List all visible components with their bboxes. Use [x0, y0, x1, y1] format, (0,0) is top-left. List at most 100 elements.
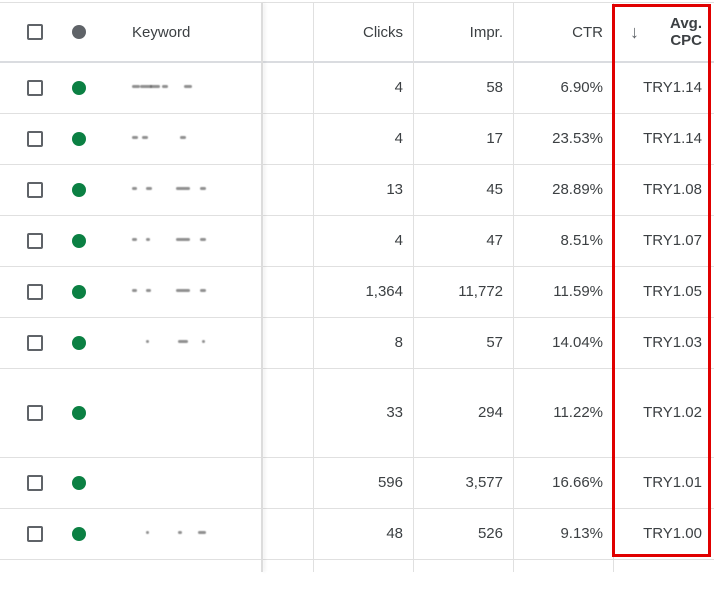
status-indicator: [72, 457, 86, 508]
status-indicator: [72, 215, 86, 266]
ctr-cell: 23.53%: [552, 130, 603, 147]
redacted-keyword-text: [132, 236, 212, 246]
enabled-status-dot-icon: [72, 475, 86, 490]
status-indicator: [72, 62, 86, 113]
keyword-cell[interactable]: [132, 508, 212, 559]
enabled-status-dot-icon: [72, 405, 86, 420]
ctr-cell: 8.51%: [560, 232, 603, 249]
keyword-cell[interactable]: [132, 113, 212, 164]
keyword-column-header[interactable]: Keyword: [132, 3, 190, 61]
keyword-cell[interactable]: [132, 266, 212, 317]
avg-cpc-cell: TRY1.02: [643, 404, 702, 421]
keyword-cell[interactable]: [132, 457, 212, 508]
table-row[interactable]: 1,364 11,772 11.59% TRY1.05: [0, 266, 714, 318]
keyword-cell[interactable]: [132, 164, 212, 215]
impr-cell: 526: [477, 525, 503, 542]
status-indicator: [72, 508, 86, 559]
impr-cell: 294: [477, 404, 503, 421]
enabled-status-dot-icon: [72, 80, 86, 95]
redacted-keyword-text: [132, 185, 212, 195]
enabled-status-dot-icon: [72, 526, 86, 541]
keyword-cell[interactable]: [132, 215, 212, 266]
clicks-cell: 4: [394, 232, 403, 249]
keyword-cell[interactable]: [132, 368, 212, 457]
ctr-cell: 11.59%: [553, 283, 603, 300]
checkbox-icon: [27, 404, 43, 421]
row-checkbox[interactable]: [27, 164, 43, 215]
clicks-cell: 33: [386, 404, 403, 421]
table-row[interactable]: 596 3,577 16.66% TRY1.01: [0, 457, 714, 509]
row-checkbox[interactable]: [27, 113, 43, 164]
column-divider: [313, 3, 314, 572]
row-checkbox[interactable]: [27, 266, 43, 317]
enabled-status-dot-icon: [72, 131, 86, 146]
status-indicator: [72, 164, 86, 215]
row-checkbox[interactable]: [27, 457, 43, 508]
clicks-cell: 13: [386, 181, 403, 198]
row-checkbox[interactable]: [27, 508, 43, 559]
clicks-cell: 596: [377, 474, 403, 491]
checkbox-icon: [27, 474, 43, 491]
status-column-header[interactable]: [72, 3, 86, 61]
row-checkbox[interactable]: [27, 317, 43, 368]
ctr-cell: 6.90%: [560, 79, 603, 96]
avg-cpc-cell: TRY1.01: [643, 474, 702, 491]
impr-cell: 17: [486, 130, 503, 147]
avg-cpc-column-header[interactable]: Avg. CPC: [613, 3, 714, 61]
column-divider: [513, 3, 514, 572]
redacted-keyword-text: [132, 134, 212, 144]
avg-cpc-cell: TRY1.14: [643, 130, 702, 147]
impr-cell: 45: [486, 181, 503, 198]
redacted-keyword-text: [132, 338, 212, 348]
table-row[interactable]: 8 57 14.04% TRY1.03: [0, 317, 714, 369]
table-row[interactable]: 48 526 9.13% TRY1.00: [0, 508, 714, 560]
checkbox-icon: [27, 283, 43, 300]
table-row[interactable]: 4 17 23.53% TRY1.14: [0, 113, 714, 165]
row-checkbox[interactable]: [27, 368, 43, 457]
row-checkbox[interactable]: [27, 62, 43, 113]
avg-cpc-cell: TRY1.00: [643, 525, 702, 542]
avg-cpc-cell: TRY1.05: [643, 283, 702, 300]
enabled-status-dot-icon: [72, 182, 86, 197]
redacted-keyword-text: [132, 408, 212, 418]
avg-cpc-header-label: Avg. CPC: [670, 15, 702, 49]
clicks-column-header[interactable]: Clicks: [313, 3, 413, 61]
keyword-cell[interactable]: [132, 62, 212, 113]
avg-cpc-cell: TRY1.08: [643, 181, 702, 198]
ctr-cell: 14.04%: [552, 334, 603, 351]
checkbox-icon: [27, 525, 43, 542]
enabled-status-dot-icon: [72, 233, 86, 248]
status-dot-icon: [72, 25, 86, 39]
ctr-cell: 9.13%: [560, 525, 603, 542]
redacted-keyword-text: [132, 287, 212, 297]
ctr-cell: 28.89%: [552, 181, 603, 198]
ctr-cell: 11.22%: [553, 404, 603, 421]
ctr-column-header[interactable]: CTR: [513, 3, 613, 61]
table-row[interactable]: 33 294 11.22% TRY1.02: [0, 368, 714, 458]
select-all-checkbox[interactable]: [27, 3, 43, 61]
column-divider: [261, 3, 263, 572]
avg-cpc-cell: TRY1.03: [643, 334, 702, 351]
table-row[interactable]: 4 58 6.90% TRY1.14: [0, 62, 714, 114]
status-indicator: [72, 317, 86, 368]
checkbox-icon: [27, 24, 43, 40]
table-row[interactable]: 13 45 28.89% TRY1.08: [0, 164, 714, 216]
avg-cpc-header-line1: Avg.: [670, 15, 702, 32]
keyword-cell[interactable]: [132, 317, 212, 368]
header-row: Keyword Clicks Impr. CTR Avg. CPC: [0, 3, 714, 63]
impr-cell: 47: [486, 232, 503, 249]
checkbox-icon: [27, 130, 43, 147]
row-checkbox[interactable]: [27, 215, 43, 266]
impr-cell: 57: [486, 334, 503, 351]
table-row[interactable]: 4 47 8.51% TRY1.07: [0, 215, 714, 267]
column-divider: [413, 3, 414, 572]
checkbox-icon: [27, 79, 43, 96]
impr-cell: 58: [486, 79, 503, 96]
impr-cell: 3,577: [465, 474, 503, 491]
clicks-cell: 4: [394, 130, 403, 147]
impr-column-header[interactable]: Impr.: [413, 3, 513, 61]
sort-descending-arrow-icon[interactable]: ↓: [630, 22, 639, 43]
redacted-keyword-text: [132, 529, 212, 539]
checkbox-icon: [27, 181, 43, 198]
redacted-keyword-text: [132, 83, 212, 93]
